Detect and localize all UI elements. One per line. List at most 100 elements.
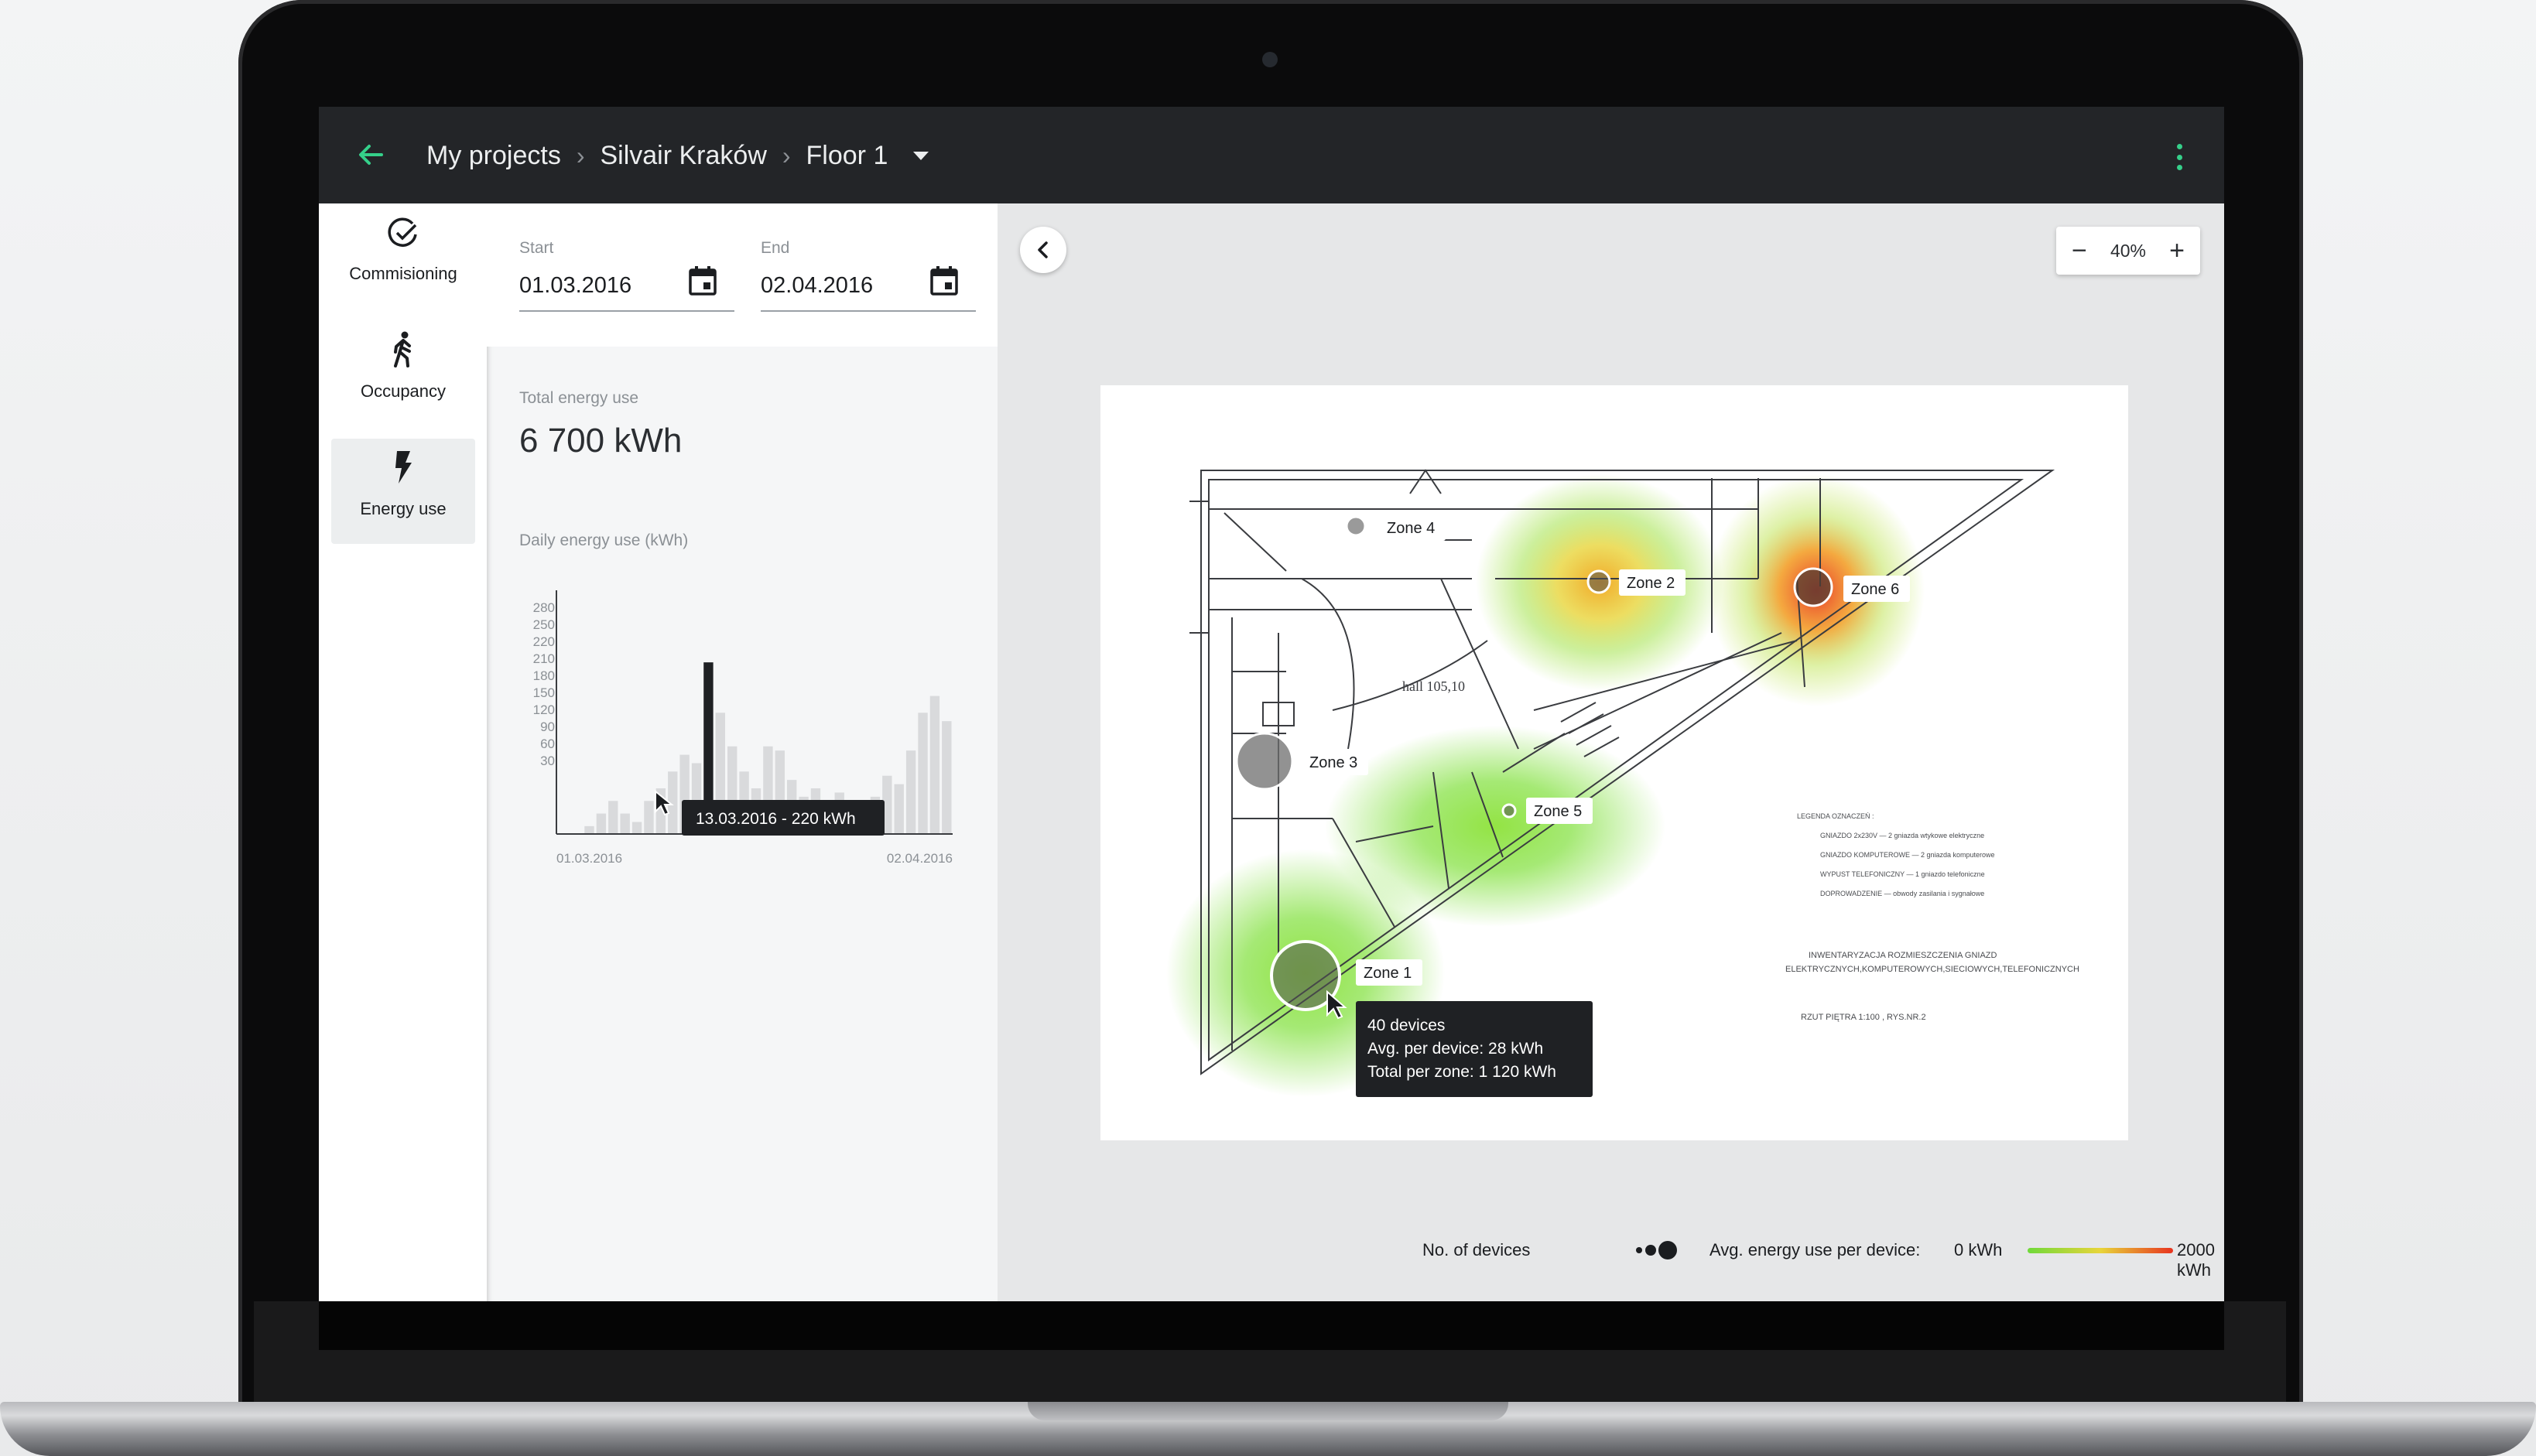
breadcrumb: My projects › Silvair Kraków › Floor 1 xyxy=(426,139,929,172)
plan-legend-3: WYPUST TELEFONICZNY — 1 gniazdo telefoni… xyxy=(1820,870,1985,878)
breadcrumb-floor[interactable]: Floor 1 xyxy=(806,141,888,171)
zone-tooltip-total: Total per zone: 1 120 kWh xyxy=(1367,1063,1556,1081)
nav-item-occupancy[interactable]: Occupancy xyxy=(331,321,475,426)
laptop-bezel-bottom xyxy=(319,1301,2224,1350)
start-date-label: Start xyxy=(519,239,554,257)
zone-2-marker[interactable] xyxy=(1586,569,1611,594)
floor-map-area: − 40% + hall 105,10 LEGENDA OZNACZEŃ: G… xyxy=(998,203,2224,1301)
y-tick-label: 120 xyxy=(533,702,555,717)
start-date-field[interactable]: 01.03.2016 xyxy=(519,273,631,299)
more-options-icon[interactable] xyxy=(2177,144,2186,170)
x-end-label: 02.04.2016 xyxy=(887,851,953,866)
plan-title-2: ELEKTRYCZNYCH,KOMPUTEROWYCH,SIECIOWYCH,T… xyxy=(1785,965,2079,974)
chevron-right-icon: › xyxy=(576,141,585,169)
calendar-icon[interactable] xyxy=(688,265,717,296)
zone-tooltip: 40 devices Avg. per device: 28 kWh Total… xyxy=(1356,1001,1593,1097)
webcam xyxy=(1262,52,1278,67)
y-tick-label: 180 xyxy=(533,668,555,683)
back-arrow-icon[interactable] xyxy=(355,139,386,170)
laptop-notch xyxy=(1028,1402,1508,1420)
plan-title-3: RZUT PIĘTRA 1:100 , RYS.NR.2 xyxy=(1801,1013,1926,1022)
chart-bar xyxy=(929,696,940,835)
zone-5-marker[interactable] xyxy=(1501,803,1517,819)
zone-tooltip-avg: Avg. per device: 28 kWh xyxy=(1367,1040,1543,1058)
chart-bar xyxy=(631,822,642,835)
daily-energy-chart: 280 250 220 210 180 150 120 90 60 30 01.03.2016 02.… xyxy=(533,590,953,866)
plan-legend-2: GNIAZDO KOMPUTEROWE — 2 gniazda komputer… xyxy=(1820,851,1995,859)
total-energy-value: 6 700 kWh xyxy=(519,422,683,460)
zoom-in-button[interactable]: + xyxy=(2169,236,2185,266)
energy-gradient-scale xyxy=(2028,1248,2173,1253)
zone-4-label: Zone 4 xyxy=(1387,520,1435,537)
lightning-bolt-icon xyxy=(331,439,475,485)
legend-energy-label: Avg. energy use per device: xyxy=(1709,1240,1921,1259)
y-tick-label: 250 xyxy=(533,617,555,632)
nav-item-energy-use[interactable]: Energy use xyxy=(331,439,475,544)
zoom-level: 40% xyxy=(2110,240,2147,261)
legend-min: 0 kWh xyxy=(1954,1240,2003,1259)
zone-6-label: Zone 6 xyxy=(1851,581,1899,598)
breadcrumb-my-projects[interactable]: My projects xyxy=(426,141,561,171)
start-date-underline xyxy=(519,310,734,312)
collapse-panel-button[interactable] xyxy=(1020,227,1066,273)
zone-5-label: Zone 5 xyxy=(1534,803,1582,820)
y-tick-label: 30 xyxy=(540,754,555,768)
chevron-left-icon xyxy=(1038,241,1048,258)
end-date-field[interactable]: 02.04.2016 xyxy=(761,273,873,299)
top-bar: My projects › Silvair Kraków › Floor 1 xyxy=(319,107,2224,203)
end-date-underline xyxy=(761,310,976,312)
date-range: Start 01.03.2016 End 02.04.2016 xyxy=(487,203,998,347)
nav-label: Energy use xyxy=(360,499,447,518)
total-energy-label: Total energy use xyxy=(519,389,639,407)
zone-3-label: Zone 3 xyxy=(1309,754,1357,771)
walking-person-icon xyxy=(331,321,475,367)
chart-bar xyxy=(894,784,904,835)
end-date-label: End xyxy=(761,239,790,257)
energy-panel: Start 01.03.2016 End 02.04.2016 Total en… xyxy=(487,203,998,1301)
plan-legend-1: GNIAZDO 2x230V — 2 gniazda wtykowe elekt… xyxy=(1820,832,1984,839)
map-legend: No. of devices Avg. energy use per devic… xyxy=(998,1232,2224,1280)
zone-tooltip-devices: 40 devices xyxy=(1367,1017,1445,1034)
plan-legend-title: LEGENDA OZNACZEŃ : xyxy=(1797,812,1874,820)
breadcrumb-project[interactable]: Silvair Kraków xyxy=(600,141,766,171)
nav-label: Occupancy xyxy=(360,381,447,401)
chart-bar xyxy=(905,750,916,835)
zone-4-marker[interactable] xyxy=(1345,515,1367,537)
y-tick-label: 210 xyxy=(533,651,555,666)
plan-hall-label: hall 105,10 xyxy=(1402,678,1465,694)
app-screen: My projects › Silvair Kraków › Floor 1 C… xyxy=(319,107,2224,1301)
legend-devices-label: No. of devices xyxy=(1422,1240,1531,1259)
nav-label: Commisioning xyxy=(349,264,457,283)
bar-tooltip-text: 13.03.2016 - 220 kWh xyxy=(696,810,856,828)
zone-2-label: Zone 2 xyxy=(1627,575,1675,592)
chart-ylabel: Daily energy use (kWh) xyxy=(519,531,689,549)
legend-max: 2000 kWh xyxy=(2177,1240,2215,1280)
chart-bar xyxy=(608,801,618,835)
device-size-scale-icon xyxy=(1636,1241,1677,1259)
y-tick-label: 90 xyxy=(540,719,555,734)
y-tick-label: 280 xyxy=(533,600,555,615)
chart-bar xyxy=(644,801,654,835)
plan-title-1: INWENTARYZACJA ROZMIESZCZENIA GNIAZD xyxy=(1809,951,1997,960)
y-tick-label: 220 xyxy=(533,634,555,649)
chart-bar xyxy=(942,721,952,835)
zone-1-label: Zone 1 xyxy=(1364,965,1412,982)
calendar-icon[interactable] xyxy=(929,265,959,296)
y-tick-label: 60 xyxy=(540,737,555,751)
floor-plan-drawing: hall 105,10 LEGENDA OZNACZEŃ : GNIAZDO 2… xyxy=(1166,469,2079,1097)
chart-bar xyxy=(918,713,928,835)
zone-6-marker[interactable] xyxy=(1793,567,1833,607)
floor-plan: hall 105,10 LEGENDA OZNACZEŃ : GNIAZDO 2… xyxy=(1100,385,2128,1140)
plan-legend-4: DOPROWADZENIE — obwody zasilania i sygna… xyxy=(1820,890,1984,897)
zone-5-heat xyxy=(1325,726,1665,927)
chart-bar xyxy=(620,813,630,835)
zoom-out-button[interactable]: − xyxy=(2072,236,2087,266)
zone-3-marker[interactable] xyxy=(1235,732,1294,791)
floor-dropdown-icon[interactable] xyxy=(913,151,929,160)
zoom-control: − 40% + xyxy=(2056,227,2200,275)
x-start-label: 01.03.2016 xyxy=(556,851,622,866)
nav-item-commisioning[interactable]: Commisioning xyxy=(331,203,475,309)
side-nav: Commisioning Occupancy Energy use xyxy=(319,203,487,1301)
y-tick-label: 150 xyxy=(533,685,555,700)
check-circle-icon xyxy=(331,203,475,250)
